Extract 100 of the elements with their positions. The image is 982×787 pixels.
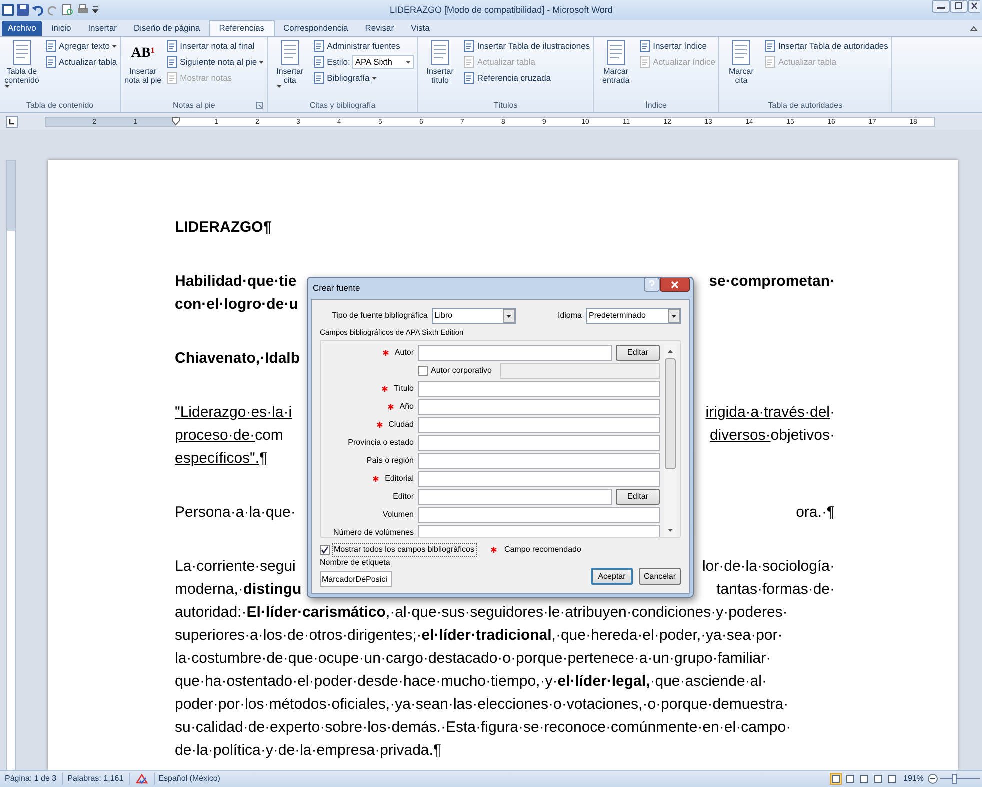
view-button[interactable] xyxy=(844,773,856,785)
group-label: Títulos xyxy=(494,100,518,112)
field-label: Título xyxy=(394,383,414,396)
undo-icon[interactable] xyxy=(32,4,44,16)
zoom-out-icon[interactable] xyxy=(928,774,938,784)
minimize-icon[interactable] xyxy=(932,0,950,13)
view-button[interactable] xyxy=(886,773,898,785)
help-icon[interactable] xyxy=(644,278,660,292)
input-field[interactable] xyxy=(418,345,612,362)
ribbon-tab[interactable]: Diseño de página xyxy=(126,21,208,36)
ribbon-button[interactable]: Agregar texto xyxy=(45,39,118,53)
ribbon-tab[interactable]: Insertar xyxy=(80,21,126,36)
page-count[interactable]: Página: 1 de 3 xyxy=(0,773,63,785)
file-tab[interactable]: Archivo xyxy=(2,21,42,36)
app-icon xyxy=(2,4,14,16)
zoom-slider-thumb[interactable] xyxy=(952,774,958,784)
input-field[interactable] xyxy=(418,489,612,506)
group-label: Notas al pie xyxy=(173,100,216,112)
input-field[interactable] xyxy=(418,381,660,398)
document-icon xyxy=(166,72,178,84)
document-icon xyxy=(166,40,178,52)
restore-icon[interactable] xyxy=(950,0,968,13)
view-button[interactable] xyxy=(830,773,842,785)
ribbon-button[interactable]: Marcar cita xyxy=(722,39,760,99)
view-button[interactable] xyxy=(858,773,870,785)
group-label: Citas y bibliografía xyxy=(310,100,376,112)
document-icon xyxy=(730,39,752,67)
style-dropdown[interactable]: APA Sixth xyxy=(352,55,414,69)
document-icon xyxy=(429,39,452,67)
ribbon-button[interactable]: Insertar Tabla de ilustraciones xyxy=(463,39,590,53)
ribbon-button[interactable]: Insertar nota al final xyxy=(166,39,264,53)
text-line: tantas·formas·de· xyxy=(716,580,835,600)
document-icon xyxy=(764,56,776,68)
checkbox[interactable] xyxy=(418,366,428,376)
text-line: ora.·¶ xyxy=(796,503,835,523)
ribbon-button[interactable]: Actualizar tabla xyxy=(45,55,118,69)
close-icon[interactable] xyxy=(968,0,980,13)
group-label: Tabla de contenido xyxy=(26,100,94,112)
text-line: irigida·a·través·del· xyxy=(706,403,835,423)
input-field[interactable] xyxy=(418,507,660,524)
text-line: con·el·logro·de·u xyxy=(175,295,298,315)
text-line: "Liderazgo·es·la·i xyxy=(175,403,292,423)
dialog-launcher-icon[interactable] xyxy=(256,102,264,109)
ribbon-tab[interactable]: Referencias xyxy=(209,20,275,36)
ribbon-button[interactable]: Insertar título xyxy=(421,39,460,99)
save-icon[interactable] xyxy=(17,4,29,16)
caret-icon[interactable] xyxy=(92,6,99,14)
ribbon-button[interactable]: Referencia cruzada xyxy=(463,71,590,85)
ribbon-tab[interactable]: Correspondencia xyxy=(276,21,356,36)
document-icon xyxy=(45,56,57,68)
checkbox[interactable] xyxy=(320,545,330,556)
printer-icon[interactable] xyxy=(77,4,89,16)
ribbon-button[interactable]: Administrar fuentes xyxy=(313,39,414,53)
ribbon-tab[interactable]: Inicio xyxy=(43,21,80,36)
dialog-button[interactable]: Cancelar xyxy=(639,568,681,586)
close-icon[interactable] xyxy=(660,278,690,292)
tab-selector-icon[interactable] xyxy=(6,116,18,128)
text-line: autoridad:·El·líder·carismático,·al·que·sus·seguidores·le·atribuyen·condiciones·y·poderes· xyxy=(175,603,789,623)
asterisk-icon xyxy=(490,547,497,554)
document-icon xyxy=(313,72,326,84)
ribbon-button[interactable]: Tabla de contenido xyxy=(3,39,41,99)
input-field[interactable] xyxy=(418,417,660,434)
text-line: diversos·objetivos· xyxy=(710,426,835,446)
input-field[interactable] xyxy=(418,453,660,470)
ribbon-tab[interactable]: Vista xyxy=(403,21,438,36)
ribbon-button[interactable]: AB$^{1}$ Insertar nota al pie xyxy=(124,39,162,99)
input-field[interactable] xyxy=(418,525,660,538)
ribbon-button[interactable]: Insertar cita xyxy=(271,39,310,99)
print-preview-icon[interactable] xyxy=(62,4,74,16)
checkbox-label: Autor corporativo xyxy=(431,365,492,378)
text-line: Chiavenato,·Idalb xyxy=(175,349,300,369)
input-field[interactable] xyxy=(418,471,660,488)
input-field[interactable] xyxy=(418,399,660,416)
ribbon-button[interactable]: Insertar índice xyxy=(639,39,716,53)
document-icon xyxy=(639,56,652,68)
document-icon xyxy=(463,72,476,84)
word-count[interactable]: Palabras: 1,161 xyxy=(62,773,130,785)
ribbon-button[interactable]: Siguiente nota al pie xyxy=(166,55,264,69)
group-label: Tabla de autoridades xyxy=(768,100,843,112)
language-indicator[interactable]: Español (México) xyxy=(154,773,224,785)
input-field[interactable] xyxy=(418,435,660,452)
tag-name-field[interactable]: MarcadorDePosici xyxy=(320,571,392,588)
dialog-button[interactable]: Aceptar xyxy=(591,568,633,586)
edit-button[interactable]: Editar xyxy=(616,489,660,506)
language-dropdown[interactable]: Predeterminado xyxy=(586,308,681,324)
proofing-icon[interactable] xyxy=(136,774,148,784)
field-label: Nombre de etiqueta xyxy=(320,557,392,570)
text-line: la·costumbre·de·que·ocupe·un·cargo·destacado·o·porque·pertenece·a·un·grupo·familiar· xyxy=(175,649,772,669)
ribbon-button[interactable]: Insertar Tabla de autoridades xyxy=(764,39,888,53)
ribbon-button[interactable]: Bibliografía xyxy=(313,71,414,85)
collapse-ribbon-icon[interactable] xyxy=(970,25,978,33)
zoom-level[interactable]: 191% xyxy=(904,773,924,785)
view-button[interactable] xyxy=(872,773,884,785)
source-type-dropdown[interactable]: Libro xyxy=(432,308,516,324)
indent-marker-icon[interactable] xyxy=(172,116,180,126)
ribbon-tab[interactable]: Revisar xyxy=(357,21,402,36)
text-line: Persona·a·la·que· xyxy=(175,503,296,523)
edit-button[interactable]: Editar xyxy=(616,345,660,362)
field-label: Número de volúmenes xyxy=(334,527,414,538)
ribbon-button[interactable]: Marcar entrada xyxy=(597,39,636,99)
